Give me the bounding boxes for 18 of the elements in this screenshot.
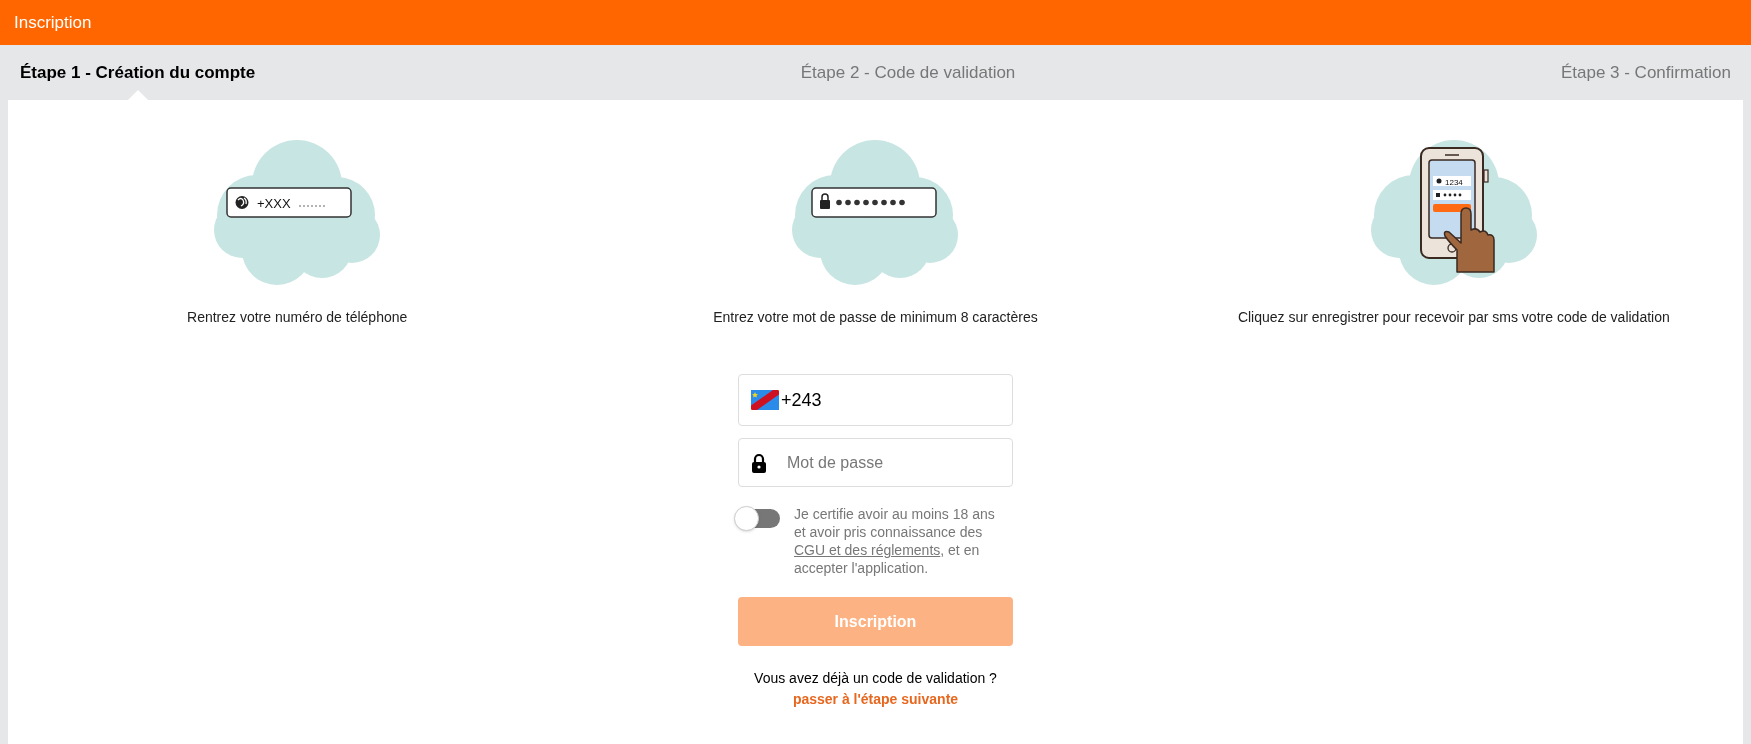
password-field[interactable]: Mot de passe [787,450,987,475]
lock-icon [751,452,767,473]
phone-field-drawing: +XXX [202,130,393,295]
consent-text: Je certifie avoir au moins 18 ans et avoir pris connaissance des CGU et des réglements, et en accepter l'application. [794,505,996,577]
next-step-link[interactable]: passer à l'étape suivante [792,689,959,710]
phone-input[interactable]: +243 [738,374,1013,426]
step-tab[interactable]: Étape 3 - Confirmation [1560,59,1731,86]
step-tab[interactable]: Étape 2 - Code de validation [800,59,1016,86]
validation-question: Vous avez déjà un code de validation ? [753,669,998,688]
step-caption: Rentrez votre numéro de téléphone [187,308,408,327]
step-caption: Entrez votre mot de passe de minimum 8 caractères [713,308,1038,327]
step-caption: Cliquez sur enregistrer pour recevoir par sms votre code de validation [1237,308,1670,327]
step-tab[interactable]: Étape 1 - Création du compte [20,59,256,86]
header-title: Inscription [14,11,92,34]
phone-value[interactable]: +243 [781,386,981,414]
phone-tap-drawing: 1234 [1358,130,1549,295]
password-input[interactable]: Mot de passe [738,438,1013,487]
flag-icon [751,390,779,410]
